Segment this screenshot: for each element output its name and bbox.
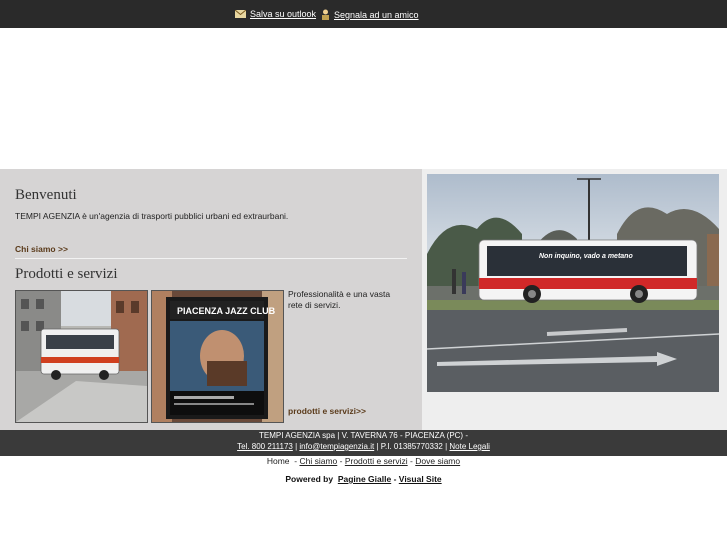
footer-address-line: TEMPI AGENZIA spa | V. TAVERNA 76 - PIAC… — [259, 431, 468, 440]
welcome-text: TEMPI AGENZIA è un'agenzia di trasporti … — [15, 211, 289, 221]
services-title: Prodotti e servizi — [15, 266, 118, 282]
powered-label: Powered by — [285, 474, 334, 484]
bottom-nav: Home - Chi siamo - Prodotti e servizi - … — [266, 456, 461, 466]
powered-by: Powered by Pagine Gialle - Visual Site — [0, 474, 727, 484]
save-outlook-link[interactable]: Salva su outlook — [234, 9, 317, 20]
company-address: V. TAVERNA 76 - PIACENZA (PC) - — [341, 431, 468, 440]
bus-slogan: Non inquino, vado a metano — [539, 253, 633, 260]
vat-number: P.I. 01385770332 — [380, 442, 443, 451]
nav-about[interactable]: Chi siamo — [299, 456, 337, 466]
tell-friend-link[interactable]: Segnala ad un amico — [321, 9, 419, 22]
legal-notes-link[interactable]: Note Legali — [449, 442, 489, 451]
section-divider — [15, 258, 407, 259]
hero-bus-photo: Non inquino, vado a metano — [427, 174, 719, 392]
services-text: Professionalità e una vasta rete di serv… — [288, 289, 391, 310]
email-link[interactable]: info@tempiagenzia.it — [299, 442, 374, 451]
jazz-bus-photo: PIACENZA JAZZ CLUB — [151, 290, 284, 423]
about-us-link[interactable]: Chi siamo >> — [15, 244, 68, 254]
nav-location[interactable]: Dove siamo — [415, 456, 460, 466]
tell-friend-label: Segnala ad un amico — [334, 9, 419, 20]
powered-separator: - — [393, 474, 397, 484]
company-name: TEMPI AGENZIA spa — [259, 431, 336, 440]
pagine-gialle-link[interactable]: Pagine Gialle — [338, 474, 391, 484]
visual-site-link[interactable]: Visual Site — [399, 474, 442, 484]
top-bar: Salva su outlook Segnala ad un amico — [0, 0, 727, 28]
person-icon — [321, 9, 330, 22]
nav-services[interactable]: Prodotti e servizi — [345, 456, 408, 466]
welcome-title: Benvenuti — [15, 187, 77, 203]
save-outlook-label: Salva su outlook — [250, 9, 317, 19]
bus-street-photo — [15, 290, 148, 423]
footer-contact-line: Tel. 800 211173 | info@tempiagenzia.it |… — [237, 442, 490, 451]
nav-home[interactable]: Home — [267, 456, 290, 466]
outlook-icon — [234, 9, 247, 20]
jazz-poster-text: PIACENZA JAZZ CLUB — [177, 306, 276, 316]
services-link[interactable]: prodotti e servizi>> — [288, 406, 366, 416]
footer: TEMPI AGENZIA spa | V. TAVERNA 76 - PIAC… — [0, 430, 727, 456]
phone-link[interactable]: Tel. 800 211173 — [237, 442, 293, 451]
